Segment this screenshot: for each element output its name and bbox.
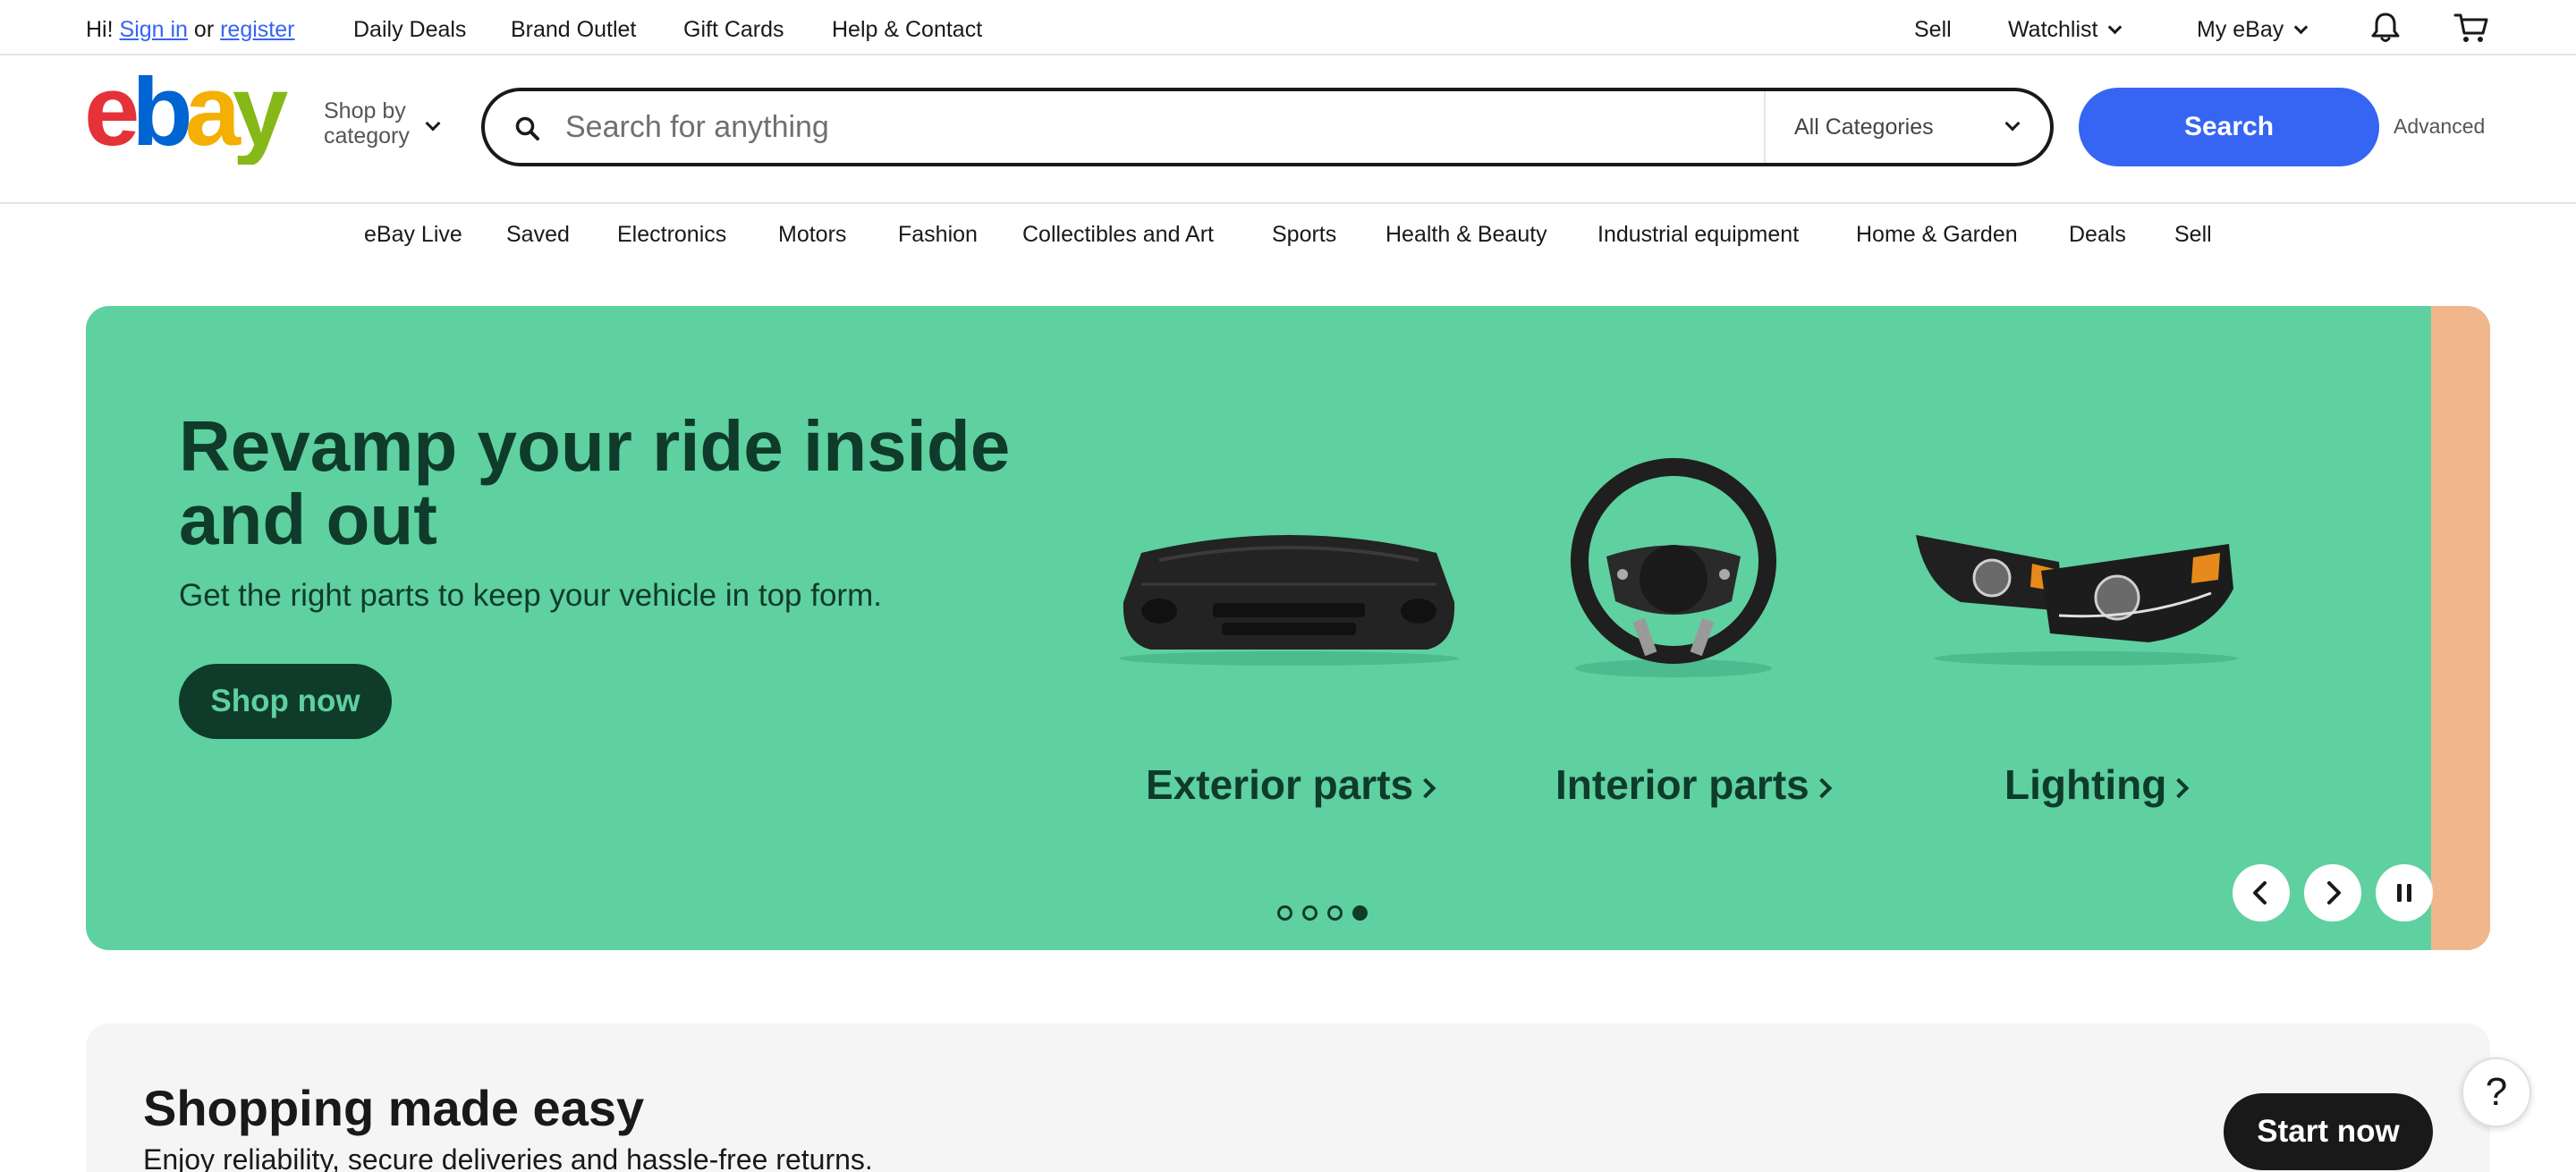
chevron-right-icon <box>2169 777 2190 799</box>
chevron-right-icon <box>1811 777 1833 799</box>
bumper-image[interactable] <box>1106 517 1472 669</box>
pause-icon <box>2397 884 2411 902</box>
chevron-left-icon <box>2253 881 2267 904</box>
my-ebay-label: My eBay <box>2197 17 2284 42</box>
ebay-logo[interactable]: ebay <box>84 75 297 165</box>
nav-item-ebay-live[interactable]: eBay Live <box>364 222 462 248</box>
chevron-right-icon <box>1415 777 1436 799</box>
watchlist-label: Watchlist <box>2008 17 2098 42</box>
shop-by-line2: category <box>324 123 410 149</box>
search-icon <box>515 116 539 140</box>
nav-item-collectibles-art[interactable]: Collectibles and Art <box>1022 222 1214 248</box>
nav-item-sell[interactable]: Sell <box>2174 222 2212 248</box>
headlights-image[interactable] <box>1907 508 2247 669</box>
carousel-dot[interactable] <box>1327 905 1343 921</box>
chevron-down-icon <box>2108 20 2123 35</box>
carousel-pause-button[interactable] <box>2376 864 2433 921</box>
category-select-value: All Categories <box>1794 115 1934 140</box>
carousel-next-button[interactable] <box>2304 864 2361 921</box>
nav-item-health-beauty[interactable]: Health & Beauty <box>1385 222 1547 248</box>
carousel-dot[interactable] <box>1277 905 1292 921</box>
chevron-right-icon <box>2327 881 2341 904</box>
advanced-search-link[interactable]: Advanced <box>2394 115 2485 139</box>
help-icon[interactable]: ? <box>2462 1057 2531 1127</box>
greeting-prefix: Hi! <box>86 17 114 42</box>
svg-text:ebay: ebay <box>84 75 288 165</box>
watchlist-menu[interactable]: Watchlist <box>2008 16 2123 43</box>
category-select[interactable]: All Categories <box>1764 91 2054 163</box>
chevron-down-icon <box>2004 115 2021 132</box>
search-bar: All Categories <box>481 88 2054 166</box>
search-button[interactable]: Search <box>2079 88 2379 166</box>
help-contact-link[interactable]: Help & Contact <box>832 16 982 43</box>
nav-item-deals[interactable]: Deals <box>2069 222 2126 248</box>
brand-outlet-link[interactable]: Brand Outlet <box>511 16 636 43</box>
chevron-down-icon <box>425 115 441 132</box>
exterior-parts-link[interactable]: Exterior parts <box>1146 760 1436 809</box>
help-label: ? <box>2485 1070 2508 1114</box>
nav-item-saved[interactable]: Saved <box>506 222 570 248</box>
shop-by-category-button[interactable]: Shop by category <box>324 98 410 149</box>
gift-cards-link[interactable]: Gift Cards <box>683 16 784 43</box>
easy-subtitle: Enjoy reliability, secure deliveries and… <box>143 1143 873 1172</box>
nav-item-fashion[interactable]: Fashion <box>898 222 978 248</box>
shop-by-line1: Shop by <box>324 98 406 123</box>
greeting-or: or <box>193 17 215 42</box>
daily-deals-link[interactable]: Daily Deals <box>353 16 466 43</box>
shopping-made-easy-banner: Shopping made easy Enjoy reliability, se… <box>86 1023 2490 1172</box>
nav-item-motors[interactable]: Motors <box>778 222 846 248</box>
sign-in-link[interactable]: Sign in <box>120 17 188 42</box>
nav-item-sports[interactable]: Sports <box>1272 222 1336 248</box>
steering-wheel-image[interactable] <box>1553 449 1794 682</box>
interior-parts-link[interactable]: Interior parts <box>1555 760 1833 809</box>
category-nav: eBay Live Saved Electronics Motors Fashi… <box>0 222 2576 249</box>
register-link[interactable]: register <box>220 17 294 42</box>
sell-link[interactable]: Sell <box>1914 16 1952 43</box>
carousel-prev-button[interactable] <box>2233 864 2290 921</box>
chevron-down-icon <box>2293 20 2309 35</box>
shop-now-button[interactable]: Shop now <box>179 664 392 739</box>
carousel-dot-active[interactable] <box>1352 905 1368 921</box>
greeting: Hi! Sign in or register <box>86 16 294 43</box>
exterior-parts-label: Exterior parts <box>1146 761 1414 808</box>
easy-title: Shopping made easy <box>143 1080 645 1136</box>
search-input[interactable] <box>565 107 1773 147</box>
my-ebay-menu[interactable]: My eBay <box>2197 16 2309 43</box>
lighting-label: Lighting <box>2004 761 2167 808</box>
nav-item-industrial-equipment[interactable]: Industrial equipment <box>1597 222 1799 248</box>
start-now-button[interactable]: Start now <box>2224 1093 2433 1170</box>
cart-icon[interactable] <box>2453 9 2490 47</box>
header-divider <box>0 202 2576 204</box>
nav-item-home-garden[interactable]: Home & Garden <box>1856 222 2018 248</box>
next-slide-preview <box>2431 306 2490 950</box>
carousel-dot[interactable] <box>1302 905 1318 921</box>
bell-icon[interactable] <box>2367 9 2404 47</box>
top-utility-bar: Hi! Sign in or register Daily Deals Bran… <box>0 0 2576 55</box>
hero-banner: Revamp your ride inside and out Get the … <box>86 306 2490 950</box>
hero-title: Revamp your ride inside and out <box>179 406 1011 559</box>
nav-item-electronics[interactable]: Electronics <box>617 222 726 248</box>
lighting-link[interactable]: Lighting <box>2004 760 2190 809</box>
hero-subtitle: Get the right parts to keep your vehicle… <box>179 578 882 613</box>
interior-parts-label: Interior parts <box>1555 761 1809 808</box>
